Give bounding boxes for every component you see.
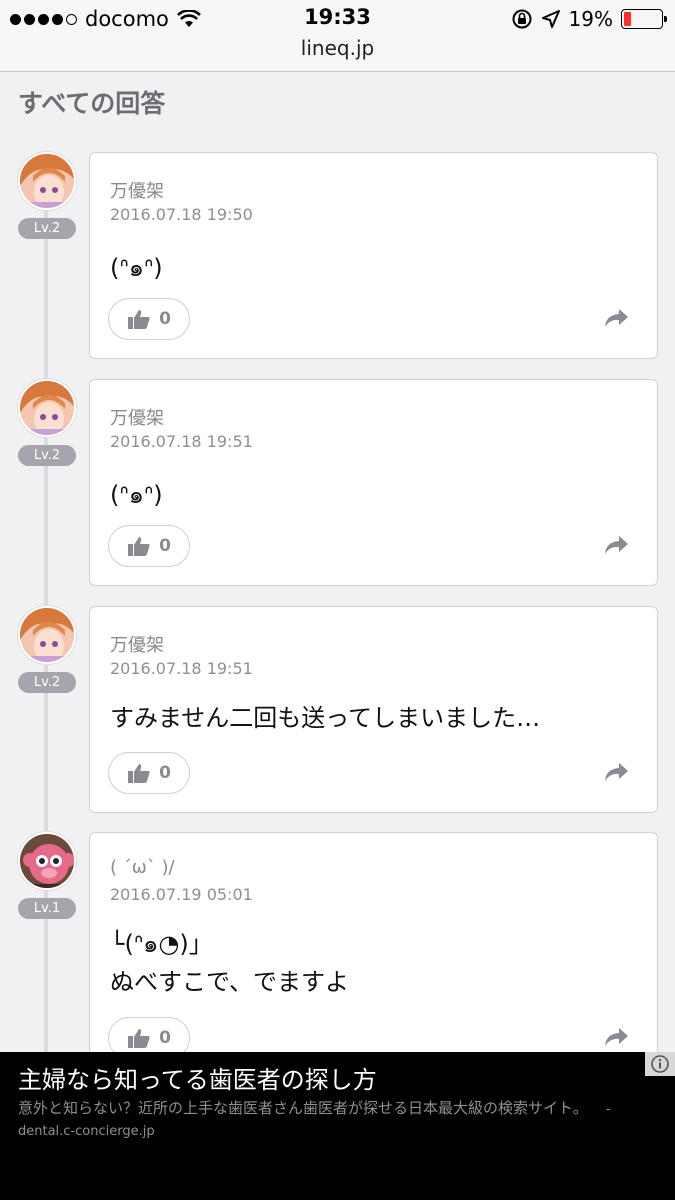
author-name[interactable]: 万優架 bbox=[110, 177, 164, 203]
anime-girl-avatar[interactable] bbox=[18, 606, 76, 664]
url-bar[interactable]: lineq.jp bbox=[0, 36, 675, 60]
anime-girl-avatar[interactable] bbox=[18, 379, 76, 437]
answer-card: 万優架 2016.07.18 19:51 すみません二回も送ってしまいました… … bbox=[89, 606, 658, 813]
pink-monkey-avatar[interactable] bbox=[18, 832, 76, 890]
answer-card: ( ´ω` )/ 2016.07.19 05:01 └(ᐢ๑◔)」 ぬべすこで、… bbox=[89, 832, 658, 1072]
share-icon[interactable] bbox=[603, 1027, 629, 1047]
anime-girl-avatar[interactable] bbox=[18, 152, 76, 210]
like-button[interactable]: 0 bbox=[108, 752, 190, 794]
ad-description-text: 意外と知らない？近所の上手な歯医者さん歯医者が探せる日本最大級の検索サイト。 bbox=[18, 1099, 588, 1117]
location-arrow-icon bbox=[541, 10, 560, 28]
answer-card: 万優架 2016.07.18 19:51 (ᐢ๑ᐢ) 0 bbox=[89, 379, 658, 586]
thumbs-up-icon bbox=[128, 537, 150, 556]
ad-info-icon[interactable] bbox=[645, 1052, 675, 1076]
answer-text: └(ᐢ๑◔)」 ぬべすこで、でますよ bbox=[110, 930, 350, 996]
post-date: 2016.07.18 19:50 bbox=[110, 205, 253, 224]
like-button[interactable]: 0 bbox=[108, 298, 190, 340]
like-button[interactable]: 0 bbox=[108, 525, 190, 567]
battery-percent: 19% bbox=[568, 7, 613, 31]
share-icon[interactable] bbox=[603, 535, 629, 555]
author-name[interactable]: ( ´ω` )/ bbox=[110, 857, 175, 878]
author-name[interactable]: 万優架 bbox=[110, 631, 164, 657]
like-count: 0 bbox=[159, 309, 171, 329]
avatar-column: Lv.2 bbox=[18, 379, 76, 466]
level-badge: Lv.1 bbox=[18, 898, 76, 919]
post-date: 2016.07.18 19:51 bbox=[110, 432, 253, 451]
level-badge: Lv.2 bbox=[18, 445, 76, 466]
status-bar: docomo 19:33 19% lineq.jp bbox=[0, 0, 675, 72]
level-badge: Lv.2 bbox=[18, 672, 76, 693]
share-icon[interactable] bbox=[603, 762, 629, 782]
answer-text: すみません二回も送ってしまいました… bbox=[110, 704, 541, 732]
level-badge: Lv.2 bbox=[18, 218, 76, 239]
post-date: 2016.07.18 19:51 bbox=[110, 659, 253, 678]
avatar-column: Lv.2 bbox=[18, 152, 76, 239]
ad-description: 意外と知らない？近所の上手な歯医者さん歯医者が探せる日本最大級の検索サイト。 - … bbox=[18, 1098, 658, 1142]
status-right: 19% bbox=[511, 6, 667, 32]
like-count: 0 bbox=[159, 536, 171, 556]
battery-level-fill bbox=[624, 12, 631, 26]
ad-banner[interactable]: 主婦なら知ってる歯医者の探し方 意外と知らない？近所の上手な歯医者さん歯医者が探… bbox=[0, 1052, 675, 1200]
answer-text: (ᐢ๑ᐢ) bbox=[110, 481, 163, 509]
like-count: 0 bbox=[159, 1028, 171, 1048]
avatar-column: Lv.1 bbox=[18, 832, 76, 919]
author-name[interactable]: 万優架 bbox=[110, 404, 164, 430]
answer-card: 万優架 2016.07.18 19:50 (ᐢ๑ᐢ) 0 bbox=[89, 152, 658, 359]
like-count: 0 bbox=[159, 763, 171, 783]
ad-title[interactable]: 主婦なら知ってる歯医者の探し方 bbox=[18, 1060, 377, 1095]
avatar-column: Lv.2 bbox=[18, 606, 76, 693]
battery-icon bbox=[621, 9, 667, 29]
post-date: 2016.07.19 05:01 bbox=[110, 885, 253, 904]
thumbs-up-icon bbox=[128, 764, 150, 783]
thumbs-up-icon bbox=[128, 1029, 150, 1048]
answer-text: (ᐢ๑ᐢ) bbox=[110, 254, 163, 282]
share-icon[interactable] bbox=[603, 308, 629, 328]
rotation-lock-icon bbox=[512, 9, 532, 29]
thumbs-up-icon bbox=[128, 310, 150, 329]
section-title: すべての回答 bbox=[18, 89, 166, 118]
